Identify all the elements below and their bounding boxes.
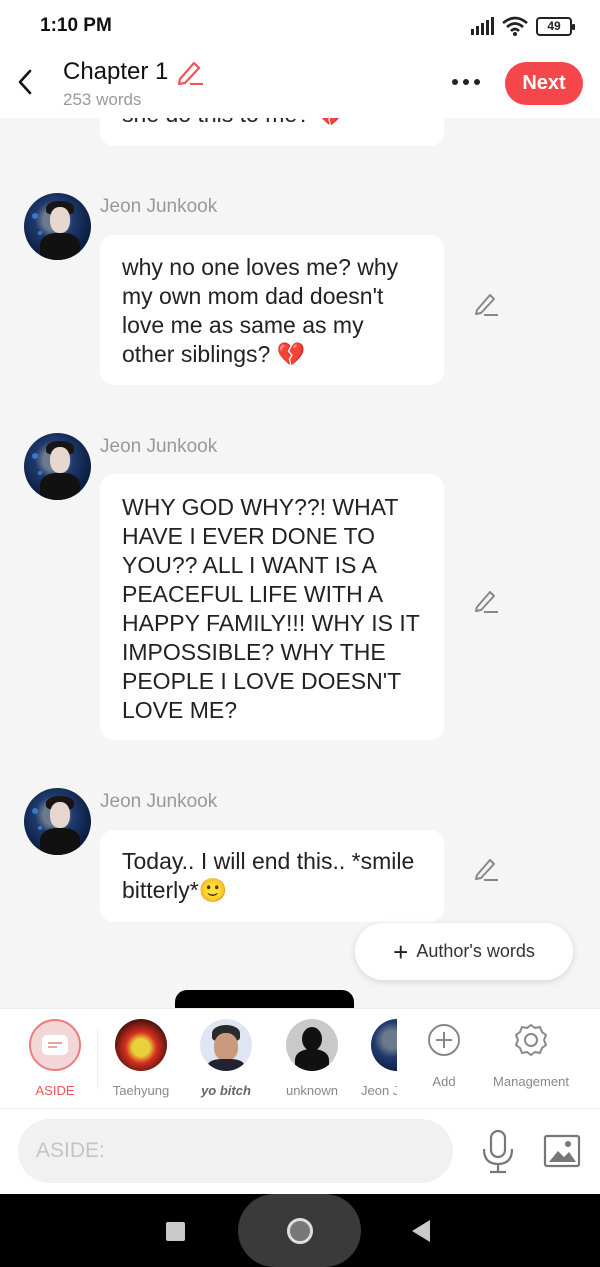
- status-bar: 1:10 PM 49: [0, 0, 600, 52]
- home-button[interactable]: [238, 1194, 361, 1267]
- add-circle-icon: [428, 1024, 460, 1056]
- message-bubble[interactable]: Today.. I will end this.. *smile bitterl…: [100, 830, 444, 922]
- system-nav-bar: [0, 1194, 600, 1267]
- message-bubble[interactable]: WHY GOD WHY??! WHAT HAVE I EVER DONE TO …: [100, 474, 444, 740]
- avatar: [200, 1019, 252, 1071]
- battery-icon: 49: [536, 16, 575, 36]
- status-time: 1:10 PM: [40, 15, 112, 36]
- edit-title-icon[interactable]: [176, 59, 204, 85]
- character-aside[interactable]: ASIDE: [18, 1019, 92, 1098]
- character-taehyung[interactable]: Taehyung: [104, 1019, 178, 1098]
- editor-header: Chapter 1 253 words Next: [0, 52, 600, 118]
- avatar: [115, 1019, 167, 1071]
- image-icon[interactable]: [543, 1133, 581, 1169]
- word-count: 253 words: [63, 90, 142, 109]
- sender-name: Jeon Junkook: [100, 436, 218, 457]
- sender-avatar: [24, 433, 91, 500]
- title-block: Chapter 1 253 words: [63, 58, 204, 110]
- gear-icon: [515, 1024, 547, 1056]
- add-label: Add: [432, 1074, 456, 1089]
- input-bar: [0, 1108, 600, 1194]
- sender-avatar: [24, 788, 91, 855]
- character-jeon-junkook[interactable]: Jeon Junkook: [359, 1019, 397, 1098]
- status-icons: 49: [470, 14, 575, 38]
- character-label: yo bitch: [201, 1083, 251, 1098]
- message-text: she do this to me? 💔: [122, 118, 345, 129]
- chapter-title: Chapter 1: [63, 58, 169, 85]
- message-text: why no one loves me? why my own mom dad …: [122, 254, 399, 367]
- wifi-icon: [502, 16, 528, 36]
- character-yo-bitch[interactable]: yo bitch: [189, 1019, 263, 1098]
- message-input[interactable]: [18, 1119, 453, 1183]
- edit-message-icon[interactable]: [472, 289, 500, 317]
- sender-name: Jeon Junkook: [100, 791, 218, 812]
- chat-area[interactable]: she do this to me? 💔 Jeon Junkook why no…: [0, 118, 600, 1008]
- avatar: [371, 1019, 397, 1071]
- system-back-button[interactable]: [412, 1220, 430, 1242]
- management-button[interactable]: Management: [488, 1023, 574, 1089]
- scroll-handle[interactable]: [175, 990, 354, 1010]
- chevron-left-icon: [18, 69, 32, 95]
- character-label: ASIDE: [35, 1083, 75, 1098]
- character-unknown[interactable]: unknown: [275, 1019, 349, 1098]
- sender-avatar: [24, 193, 91, 260]
- plus-icon: +: [393, 936, 409, 967]
- microphone-icon[interactable]: [480, 1129, 516, 1175]
- more-options-button[interactable]: [446, 66, 486, 98]
- aside-icon: [42, 1035, 68, 1055]
- authors-words-button[interactable]: + Author's words: [355, 923, 573, 980]
- character-label: Jeon Junkook: [361, 1083, 397, 1098]
- recents-button[interactable]: [166, 1222, 185, 1241]
- signal-icon: [471, 17, 494, 35]
- avatar: [286, 1019, 338, 1071]
- authors-words-label: Author's words: [416, 941, 535, 961]
- character-bar: ASIDE Taehyung yo bitch unknown Jeon Jun…: [0, 1008, 600, 1108]
- edit-message-icon[interactable]: [472, 586, 500, 614]
- aside-avatar: [29, 1019, 81, 1071]
- divider: [97, 1029, 98, 1089]
- message-text: Today.. I will end this.. *smile bitterl…: [122, 848, 415, 903]
- management-label: Management: [493, 1074, 569, 1089]
- sender-name: Jeon Junkook: [100, 196, 218, 217]
- add-character-button[interactable]: Add: [425, 1023, 463, 1089]
- character-label: unknown: [285, 1083, 339, 1098]
- message-text: WHY GOD WHY??! WHAT HAVE I EVER DONE TO …: [122, 494, 420, 723]
- edit-message-icon[interactable]: [472, 854, 500, 882]
- next-button[interactable]: Next: [505, 62, 583, 105]
- message-bubble[interactable]: why no one loves me? why my own mom dad …: [100, 235, 444, 385]
- character-label: Taehyung: [112, 1083, 170, 1098]
- back-button[interactable]: [10, 62, 40, 102]
- message-bubble[interactable]: she do this to me? 💔: [100, 118, 444, 146]
